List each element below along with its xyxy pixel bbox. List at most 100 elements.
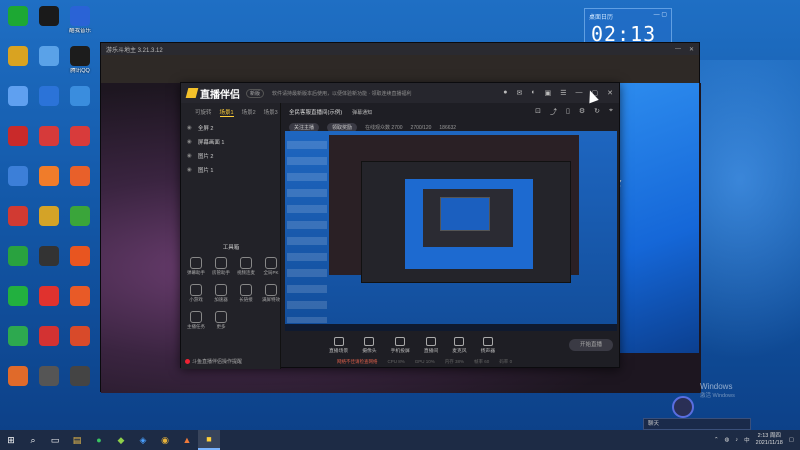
tool-item[interactable]: 小游戏 (185, 284, 207, 303)
tool-item[interactable]: 长链接 (235, 284, 257, 303)
desktop-icon[interactable]: 腾讯QQ (64, 46, 96, 74)
app-streaming-icon[interactable]: ■ (198, 430, 220, 450)
tab-scene-1[interactable]: 场景1 (219, 108, 234, 117)
file-explorer-icon[interactable]: ▤ (66, 430, 88, 450)
desktop-icon[interactable] (2, 366, 34, 388)
settings-icon[interactable]: ⚙ (579, 107, 585, 117)
left-footer[interactable]: 斗鱼直播伴侣操作提醒 (185, 358, 242, 365)
app-cat-icon[interactable]: ▲ (176, 430, 198, 450)
desktop-icon[interactable] (64, 286, 96, 308)
desktop-icon[interactable] (33, 286, 65, 308)
gift-icon[interactable]: ▣ (545, 89, 552, 97)
desktop-icon[interactable] (2, 86, 34, 108)
lock-icon[interactable]: ⊡ (535, 107, 541, 117)
desktop-icon[interactable] (2, 246, 34, 268)
tool-item[interactable]: 主播任务 (185, 311, 207, 330)
eye-icon[interactable]: ◉ (187, 167, 192, 173)
desktop-icon[interactable] (64, 206, 96, 228)
start-live-button[interactable]: 开始直播 (569, 339, 613, 351)
camera-button[interactable]: 摄像头 (362, 337, 377, 354)
widget-controls[interactable]: — ▢ (654, 11, 667, 18)
notice-text[interactable]: 软件请持最新版本后使用，以便体验新功能 · 领取连续直播福利 (272, 90, 411, 97)
desktop-icon[interactable] (2, 46, 34, 68)
app-android-icon[interactable]: ◆ (110, 430, 132, 450)
desktop-icon[interactable]: 酷我音乐 (64, 6, 96, 34)
eye-icon[interactable]: ◉ (187, 125, 192, 131)
task-view-icon[interactable]: ▭ (44, 430, 66, 450)
desktop-icon[interactable] (33, 126, 65, 148)
tool-item[interactable]: 弹幕助手 (185, 257, 207, 276)
eye-icon[interactable]: ◉ (187, 139, 192, 145)
tool-item[interactable]: 更多 (210, 311, 232, 330)
desktop-icon[interactable] (64, 126, 96, 148)
scene-item[interactable]: ◉ 屏幕画面 1 (181, 135, 280, 149)
desktop-icon[interactable] (33, 46, 65, 68)
network-icon[interactable]: ◍ (725, 437, 730, 443)
room-button[interactable]: 直播间 (424, 337, 438, 354)
refresh-icon[interactable]: ↻ (594, 107, 600, 117)
desktop-icon[interactable] (64, 246, 96, 268)
speaker-button[interactable]: 扬声器 (481, 337, 495, 354)
desktop-icon[interactable] (33, 246, 65, 268)
desktop-icon[interactable] (33, 206, 65, 228)
game-window-titlebar[interactable]: 游乐斗地主 3.21.3.12 — ✕ (101, 43, 699, 55)
app-chrome-icon[interactable]: ◉ (154, 430, 176, 450)
tool-item[interactable]: 全局PK (260, 257, 282, 276)
tab-rotate[interactable]: 可旋转 (195, 108, 212, 117)
notification-icon[interactable]: ▢ (789, 437, 794, 443)
volume-icon[interactable]: ♪ (735, 437, 738, 443)
message-icon[interactable]: ✉ (516, 89, 522, 97)
menu-icon[interactable]: ☰ (560, 89, 566, 97)
chat-notification[interactable]: 聊天 (643, 418, 751, 430)
eye-icon[interactable]: ◉ (187, 153, 192, 159)
scene-item[interactable]: ◉ 全屏 2 (181, 121, 280, 135)
tab-scene-2[interactable]: 场景2 (242, 108, 256, 117)
minimize-icon[interactable]: — (576, 89, 583, 97)
desktop-icon[interactable] (64, 366, 96, 388)
tool-item[interactable]: 视频连麦 (235, 257, 257, 276)
app-game-icon[interactable]: ◈ (132, 430, 154, 450)
desktop-icon[interactable] (33, 6, 65, 28)
scene-item[interactable]: ◉ 图片 2 (181, 149, 280, 163)
live-preview[interactable] (285, 131, 617, 331)
fan-label[interactable]: 弹幕通知 (352, 109, 372, 116)
search-icon[interactable]: ⌕ (22, 430, 44, 450)
desktop-icon[interactable] (33, 366, 65, 388)
desktop-icon[interactable] (2, 6, 34, 28)
app-green-icon[interactable]: ● (88, 430, 110, 450)
desktop-icon[interactable] (2, 286, 34, 308)
avatar-icon[interactable]: ● (503, 89, 507, 97)
desktop-icon[interactable] (64, 326, 96, 348)
scene-item[interactable]: ◉ 图片 1 (181, 163, 280, 177)
desktop-icon[interactable] (2, 326, 34, 348)
close-icon[interactable]: ✕ (689, 46, 694, 53)
mic-button[interactable]: 麦克风 (452, 337, 467, 354)
desktop-icon[interactable] (33, 326, 65, 348)
skin-icon[interactable]: ◐ (531, 89, 535, 97)
desktop-icon[interactable] (2, 126, 34, 148)
close-icon[interactable]: ✕ (607, 89, 613, 97)
tray-chevron-icon[interactable]: ⌃ (714, 437, 719, 443)
phone-cast-button[interactable]: 手机投屏 (391, 337, 410, 354)
tab-scene-3[interactable]: 场景3 (264, 108, 278, 117)
version-badge[interactable]: 新版 (246, 88, 265, 98)
streaming-app-window[interactable]: 直播伴侣 新版 软件请持最新版本后使用，以便体验新功能 · 领取连续直播福利 ●… (180, 82, 620, 369)
start-button[interactable]: ⊞ (0, 430, 22, 450)
desktop-icon[interactable] (2, 166, 34, 188)
desktop-icon[interactable] (33, 166, 65, 188)
scene-button[interactable]: 直播场景 (329, 337, 348, 354)
desktop-icon[interactable] (33, 86, 65, 108)
mobile-icon[interactable]: ▯ (566, 107, 570, 117)
minimize-icon[interactable]: — (675, 46, 681, 53)
room-title[interactable]: 全民客服直播间(示例) (289, 108, 342, 116)
desktop-icon[interactable] (64, 166, 96, 188)
pin-icon[interactable]: ⌖ (609, 107, 613, 117)
tool-item[interactable]: 房管助手 (210, 257, 232, 276)
ime-icon[interactable]: 中 (744, 436, 750, 444)
share-icon[interactable]: ⤴ (550, 107, 557, 117)
tool-item[interactable]: 满屏特效 (260, 284, 282, 303)
tool-item[interactable]: 加速器 (210, 284, 232, 303)
desktop-icon[interactable] (2, 206, 34, 228)
desktop-icon[interactable] (64, 86, 96, 108)
taskbar-clock[interactable]: 2:13 周四 2021/11/18 (756, 433, 783, 447)
